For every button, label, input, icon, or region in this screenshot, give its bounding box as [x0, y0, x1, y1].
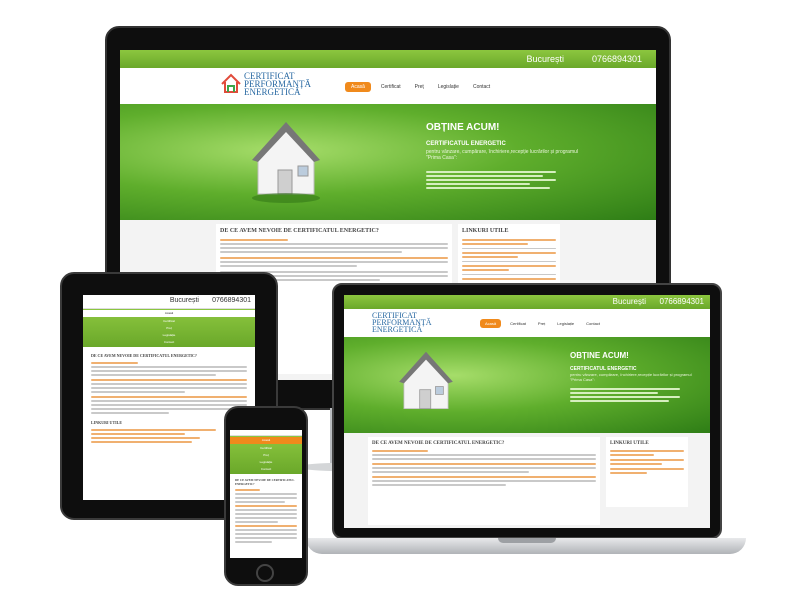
laptop-header: CERTIFICAT PERFORMANȚĂ ENERGETICĂ Acasă …	[344, 309, 710, 337]
laptop-notch	[498, 538, 556, 543]
laptop-hero-text: OBȚINE ACUM! CERTIFICATUL ENERGETIC pent…	[570, 351, 700, 404]
logo[interactable]: CERTIFICAT PERFORMANȚĂ ENERGETICĂ	[244, 71, 311, 98]
phone-nav-legislatie[interactable]: Legislație	[230, 459, 302, 466]
tablet-nav-pret[interactable]: Preț	[83, 325, 255, 332]
tablet-city-label: București	[169, 297, 199, 304]
phone-article: DE CE AVEM NEVOIE DE CERTIFICATUL ENERGE…	[230, 474, 302, 549]
phone-nav-certificat[interactable]: Certificat	[230, 445, 302, 452]
laptop-hero-title: OBȚINE ACUM!	[570, 351, 629, 360]
laptop-nav-pret[interactable]: Preț	[535, 319, 548, 328]
city-label: București	[526, 54, 564, 64]
hero-title: OBȚINE ACUM!	[426, 122, 500, 133]
house-illustration-icon	[252, 122, 320, 203]
phone-nav-home[interactable]: Acasă	[230, 437, 302, 444]
hero-banner: OBȚINE ACUM! CERTIFICATUL ENERGETIC pent…	[120, 104, 656, 220]
hero-description: pentru vânzare, cumpărare, închiriere,re…	[426, 149, 579, 161]
laptop-sidebar-title: LINKURI UTILE	[610, 441, 649, 446]
phone-label: 0766894301	[591, 54, 642, 64]
laptop-sidebar: LINKURI UTILE	[606, 437, 688, 507]
laptop-house-icon	[399, 351, 453, 410]
tablet-top-bar: București 0766894301	[83, 295, 255, 309]
laptop-city-label: București	[612, 297, 646, 306]
laptop-article-title: DE CE AVEM NEVOIE DE CERTIFICATUL ENERGE…	[372, 441, 505, 446]
nav-item-certificat[interactable]: Certificat	[377, 82, 405, 92]
sidebar-title: LINKURI UTILE	[462, 228, 509, 234]
laptop-logo[interactable]: CERTIFICAT PERFORMANȚĂ ENERGETICĂ	[372, 311, 432, 335]
sidebar-links[interactable]	[462, 239, 556, 280]
laptop-hero-bullets	[570, 388, 680, 402]
phone-mobile-nav: Acasă Certificat Preț Legislație Contact	[230, 436, 302, 474]
tablet-nav-certificat[interactable]: Certificat	[83, 318, 255, 325]
header: CERTIFICAT PERFORMANȚĂ ENERGETICĂ Acasă …	[120, 68, 656, 104]
laptop-content: DE CE AVEM NEVOIE DE CERTIFICATUL ENERGE…	[344, 433, 710, 528]
home-button-icon[interactable]	[256, 564, 274, 582]
tablet-phone-label: 0766894301	[212, 297, 251, 304]
laptop-nav-legislatie[interactable]: Legislație	[554, 319, 577, 328]
phone-article-title: DE CE AVEM NEVOIE DE CERTIFICATUL ENERGE…	[235, 478, 295, 486]
tablet-nav-legislatie[interactable]: Legislație	[83, 332, 255, 339]
laptop-logo-line-3: ENERGETICĂ	[372, 325, 423, 335]
tablet-nav-home[interactable]: Acasă	[83, 310, 255, 317]
laptop-screen: București 0766894301 CERTIFICAT PERFORMA…	[344, 295, 710, 528]
laptop-nav-contact[interactable]: Contact	[583, 319, 603, 328]
article-title: DE CE AVEM NEVOIE DE CERTIFICATUL ENERGE…	[220, 228, 379, 234]
tablet-nav-contact[interactable]: Contact	[83, 339, 255, 346]
phone-article-body	[235, 489, 297, 543]
laptop-hero: OBȚINE ACUM! CERTIFICATUL ENERGETIC pent…	[344, 337, 710, 433]
laptop-article-body	[372, 450, 596, 486]
phone-screen: Acasă Certificat Preț Legislație Contact…	[230, 430, 302, 558]
laptop-sidebar-links[interactable]	[610, 450, 684, 474]
laptop-nav-certificat[interactable]: Certificat	[507, 319, 529, 328]
hero-bullets	[426, 171, 556, 189]
nav-item-pret[interactable]: Preț	[411, 82, 428, 92]
hero-subtitle: CERTIFICATUL ENERGETIC	[426, 141, 506, 147]
laptop-article: DE CE AVEM NEVOIE DE CERTIFICATUL ENERGE…	[368, 437, 600, 525]
laptop-phone-label: 0766894301	[659, 297, 705, 306]
house-logo-icon	[221, 73, 241, 93]
laptop-nav: Acasă Certificat Preț Legislație Contact	[480, 319, 603, 328]
laptop-top-bar: București 0766894301	[344, 295, 710, 309]
logo-line-3: ENERGETICĂ	[244, 87, 301, 98]
phone-nav-pret[interactable]: Preț	[230, 452, 302, 459]
nav-item-legislatie[interactable]: Legislație	[434, 82, 463, 92]
phone-nav-contact[interactable]: Contact	[230, 466, 302, 473]
laptop-nav-home[interactable]: Acasă	[480, 319, 502, 328]
main-nav: Acasă Certificat Preț Legislație Contact	[345, 82, 494, 92]
tablet-article-body	[91, 362, 247, 414]
hero-text: OBȚINE ACUM! CERTIFICATUL ENERGETIC pent…	[426, 122, 586, 191]
tablet-mobile-nav: Acasă Certificat Preț Legislație Contact	[83, 309, 255, 347]
top-bar: București 0766894301	[120, 50, 656, 68]
nav-item-contact[interactable]: Contact	[469, 82, 494, 92]
tablet-article-title: DE CE AVEM NEVOIE DE CERTIFICATUL ENERGE…	[91, 353, 197, 358]
nav-item-home[interactable]: Acasă	[345, 82, 371, 92]
laptop-hero-description: pentru vânzare, cumpărare, închiriere,re…	[570, 372, 692, 382]
